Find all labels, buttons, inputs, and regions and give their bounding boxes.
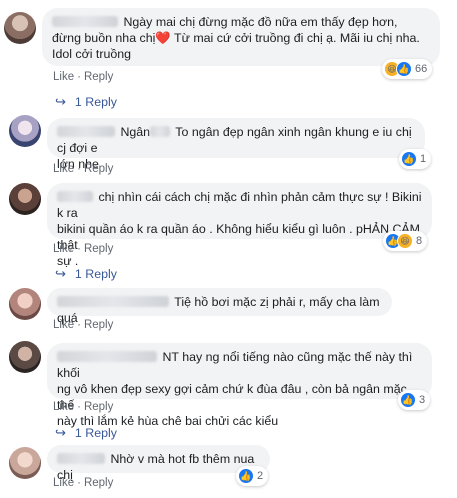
separator: · [77,477,81,489]
comment-actions: Like · Reply [53,476,113,490]
separator: · [77,319,81,331]
blurred-mention[interactable] [150,126,171,137]
like-reaction-icon: 👍 [400,392,416,408]
reply-link[interactable]: Reply [84,243,113,255]
separator: · [77,163,81,175]
like-reaction-icon: 👍 [396,61,412,77]
reply-link[interactable]: Reply [84,401,113,413]
reply-arrow-icon: ↪ [55,266,66,281]
heart-emoji-icon: ❤️ [155,31,171,45]
reaction-count: 3 [419,394,426,406]
reaction-summary[interactable]: 👍 2 [236,466,269,486]
reaction-summary[interactable]: 👍 😆 8 [383,231,428,251]
blurred-author-name[interactable] [57,296,169,307]
comment-bubble: NT hay ng nổi tiếng nào cũng mặc thế này… [47,343,432,428]
comment-actions: Like · Reply [53,242,113,256]
comment-text: Ngày mai chị đừng mặc đồ nữa em thấy đẹp… [123,15,398,29]
reply-link[interactable]: Reply [84,71,113,83]
avatar[interactable] [9,115,41,147]
reply-arrow-icon: ↪ [55,425,66,440]
like-link[interactable]: Like [53,163,74,175]
comment-text: Từ mai cứ cởi truồng đi chị ạ. Mãi iu ch… [170,31,420,45]
separator: · [77,401,81,413]
view-replies-link[interactable]: ↪ 1 Reply [55,266,117,282]
comment-actions: Like · Reply [53,318,113,332]
haha-reaction-icon: 😆 [397,233,413,249]
like-link[interactable]: Like [53,401,74,413]
comment-text: đừng buồn nha chị [52,31,156,45]
reaction-summary[interactable]: 😆 👍 66 [382,59,433,79]
comment-text: Idol cởi truồng [52,47,132,61]
separator: · [77,243,81,255]
avatar[interactable] [9,288,41,320]
replies-count: 1 Reply [74,95,117,109]
replies-count: 1 Reply [74,426,117,440]
like-link[interactable]: Like [53,243,74,255]
avatar[interactable] [9,341,41,373]
like-reaction-icon: 👍 [238,468,254,484]
reaction-count: 8 [416,235,423,247]
like-link[interactable]: Like [53,477,74,489]
avatar[interactable] [4,12,36,44]
view-replies-link[interactable]: ↪ 1 Reply [55,94,117,110]
reply-link[interactable]: Reply [84,163,113,175]
reaction-count: 66 [415,63,428,75]
avatar[interactable] [9,447,41,479]
reply-link[interactable]: Reply [84,319,113,331]
comment-bubble: chị nhìn cái cách chị mặc đi nhìn phản c… [47,183,432,268]
like-reaction-icon: 👍 [401,151,417,167]
like-link[interactable]: Like [53,71,74,83]
reaction-count: 2 [257,470,264,482]
like-link[interactable]: Like [53,319,74,331]
blurred-author-name[interactable] [57,191,93,202]
reaction-count: 1 [420,153,427,165]
comment-actions: Like · Reply [53,70,113,84]
reply-link[interactable]: Reply [84,477,113,489]
comment-bubble: Nhờ v mà hot fb thêm nua chị [47,445,270,482]
comment-actions: Like · Reply [53,162,113,176]
comment-bubble: Ngân To ngân đẹp ngân xinh ngân khung e … [47,118,425,171]
blurred-author-name[interactable] [57,453,105,464]
separator: · [77,71,81,83]
comment-text: Ngân [120,125,151,139]
comment-actions: Like · Reply [53,400,113,414]
reaction-summary[interactable]: 👍 1 [399,149,432,169]
avatar[interactable] [9,183,41,215]
blurred-author-name[interactable] [52,16,118,27]
comment-text: chị nhìn cái cách chị mặc đi nhìn phản c… [57,190,422,220]
blurred-author-name[interactable] [57,351,157,362]
comment-bubble: Tiệ hồ bơi mặc zị phải r, mấy cha làm qu… [47,288,392,325]
blurred-author-name[interactable] [57,126,115,137]
reply-arrow-icon: ↪ [55,94,66,109]
comment-bubble: Ngày mai chị đừng mặc đồ nữa em thấy đẹp… [42,8,440,66]
replies-count: 1 Reply [74,267,117,281]
view-replies-link[interactable]: ↪ 1 Reply [55,425,117,441]
reaction-summary[interactable]: 👍 3 [398,390,431,410]
